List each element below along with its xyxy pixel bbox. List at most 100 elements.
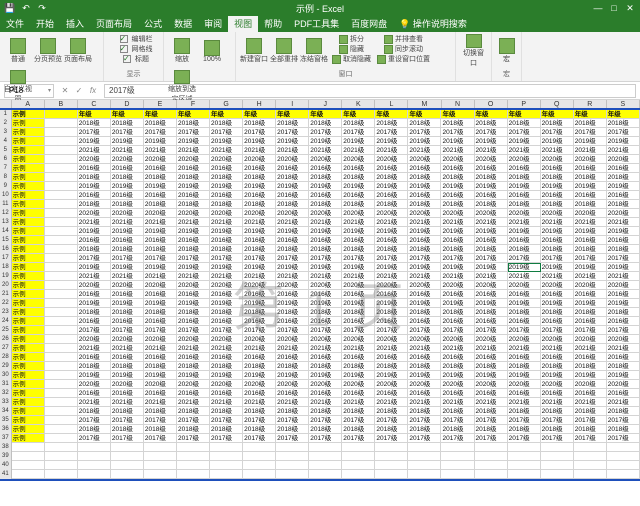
cell[interactable]: 2019级 [342,137,375,146]
cell[interactable] [243,443,276,452]
cell[interactable]: 2018级 [111,362,144,371]
cell[interactable]: 2021级 [375,344,408,353]
cell[interactable]: 2021级 [607,398,640,407]
cell[interactable] [12,461,45,470]
cell[interactable]: 2019级 [111,371,144,380]
cell[interactable]: 2017级 [210,128,243,137]
cell[interactable]: 2017级 [177,128,210,137]
cell[interactable]: 示例 [12,164,45,173]
cell[interactable] [45,245,78,254]
cell[interactable]: 2017级 [78,434,111,443]
cell[interactable]: 2020级 [309,380,342,389]
cell[interactable] [45,398,78,407]
cell[interactable]: 2020级 [276,281,309,290]
cell[interactable]: 2018级 [78,119,111,128]
cell[interactable]: 2019级 [475,227,508,236]
cell[interactable]: 2019级 [441,227,474,236]
cell[interactable]: 2016级 [441,317,474,326]
cell[interactable]: 2021级 [342,146,375,155]
cell[interactable]: 2016级 [210,164,243,173]
cell[interactable] [375,461,408,470]
cell[interactable]: 2021级 [408,272,441,281]
cell[interactable]: 2016级 [309,191,342,200]
cell[interactable]: 2018级 [177,119,210,128]
cell[interactable]: 2017级 [607,128,640,137]
cell[interactable]: 2016级 [574,353,607,362]
cell[interactable] [45,299,78,308]
ribbon-btn-并排查看[interactable]: 并排查看 [375,34,432,44]
cell[interactable]: 2019级 [475,299,508,308]
cell[interactable] [45,389,78,398]
cell[interactable]: 2018级 [574,245,607,254]
cell[interactable]: 2018级 [243,200,276,209]
cell[interactable]: 示例 [12,218,45,227]
cell[interactable]: 2018级 [607,173,640,182]
cell[interactable]: 2016级 [177,164,210,173]
cell[interactable]: 2016级 [375,353,408,362]
cell[interactable] [541,452,574,461]
cell[interactable]: 2019级 [441,371,474,380]
row-header[interactable]: 2 [0,119,12,128]
cell[interactable]: 2017级 [342,254,375,263]
cell[interactable] [111,452,144,461]
cell[interactable]: 2020级 [177,155,210,164]
cell[interactable]: 2016级 [243,389,276,398]
cell[interactable]: 2017级 [111,416,144,425]
cell[interactable]: 2019级 [541,137,574,146]
col-header-P[interactable]: P [508,100,541,110]
cell[interactable] [276,443,309,452]
cell[interactable]: 2021级 [574,146,607,155]
cell[interactable]: 2019级 [78,137,111,146]
cell[interactable]: 2021级 [276,218,309,227]
cell[interactable]: 2020级 [276,380,309,389]
cell[interactable]: 2018级 [607,308,640,317]
cell[interactable]: 2019级 [111,299,144,308]
cell[interactable]: 2020级 [342,380,375,389]
cell[interactable]: 2020级 [276,335,309,344]
cell[interactable]: 2016级 [144,236,177,245]
close-icon[interactable]: ✕ [624,2,636,14]
cell[interactable]: 2017级 [210,254,243,263]
cell[interactable] [508,470,541,479]
cell[interactable]: 2016级 [375,290,408,299]
cell[interactable]: 2020级 [508,209,541,218]
row-header[interactable]: 33 [0,398,12,407]
cell[interactable]: 2017级 [144,326,177,335]
cell[interactable]: 2017级 [508,434,541,443]
cell[interactable]: 2018级 [607,407,640,416]
cell[interactable]: 2020级 [541,209,574,218]
cell[interactable]: 2018级 [541,119,574,128]
cell[interactable]: 2016级 [276,353,309,362]
row-header[interactable]: 25 [0,326,12,335]
cell[interactable]: 2020级 [574,155,607,164]
cell[interactable]: 2017级 [309,254,342,263]
cell[interactable] [45,317,78,326]
row-header[interactable]: 36 [0,425,12,434]
cell[interactable]: 2020级 [541,335,574,344]
cell[interactable]: 示例 [12,209,45,218]
cell[interactable]: 2018级 [177,425,210,434]
cell[interactable]: 2017级 [177,254,210,263]
cell[interactable]: 2016级 [508,236,541,245]
cell[interactable]: 2018级 [210,119,243,128]
cell[interactable]: 2019级 [342,371,375,380]
cell[interactable]: 示例 [12,254,45,263]
cell[interactable]: 示例 [12,335,45,344]
cell[interactable]: 2019级 [342,263,375,272]
cell[interactable]: 2021级 [111,272,144,281]
cell[interactable]: 2021级 [309,272,342,281]
cell[interactable]: 2019级 [607,371,640,380]
cell[interactable]: 2018级 [475,173,508,182]
cell[interactable]: 2020级 [111,380,144,389]
cell[interactable]: 2020级 [78,335,111,344]
cell[interactable]: 2019级 [243,182,276,191]
header-cell[interactable]: 年级 [144,110,177,119]
ribbon-btn-分页预览[interactable]: 分页预览 [34,34,62,68]
cell[interactable]: 示例 [12,146,45,155]
cell[interactable]: 2017级 [243,326,276,335]
cell[interactable] [45,263,78,272]
cell[interactable]: 2017级 [276,416,309,425]
cell[interactable]: 2018级 [607,119,640,128]
cell[interactable]: 2020级 [144,281,177,290]
cell[interactable]: 2020级 [441,380,474,389]
